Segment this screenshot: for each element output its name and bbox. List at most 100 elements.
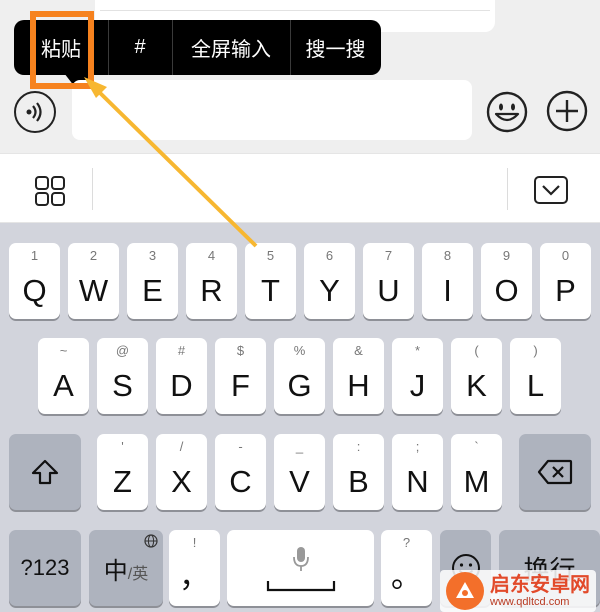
key-sub: _ <box>295 439 304 454</box>
key-sub: $ <box>236 343 245 358</box>
menu-item-fullscreen-input[interactable]: 全屏输入 <box>172 20 290 75</box>
key-sub: ~ <box>59 343 68 358</box>
backspace-icon <box>537 459 573 485</box>
key-main: D <box>170 368 193 403</box>
key-main: L <box>526 368 545 403</box>
menu-item-search[interactable]: 搜一搜 <box>290 20 381 75</box>
globe-icon <box>144 534 158 548</box>
voice-button[interactable] <box>14 91 56 133</box>
language-toggle-key[interactable]: 中/英 <box>89 530 163 606</box>
lang-sub-label: /英 <box>127 565 149 583</box>
key-s[interactable]: @ S <box>97 338 148 414</box>
key-main: P <box>555 273 576 308</box>
key-sub: ` <box>474 439 479 454</box>
key-sub: 7 <box>384 248 393 263</box>
bubble-divider <box>100 10 490 11</box>
key-v[interactable]: _ V <box>274 434 325 510</box>
space-icon <box>266 581 335 592</box>
menu-item-hash[interactable]: # <box>108 20 172 75</box>
key-main: S <box>112 368 133 403</box>
key-p[interactable]: 0P <box>540 243 591 319</box>
key-m[interactable]: ` M <box>451 434 502 510</box>
key-main: O <box>494 273 519 308</box>
key-c[interactable]: -C <box>215 434 266 510</box>
message-input[interactable] <box>72 80 472 140</box>
keyboard-collapse-icon[interactable] <box>533 174 569 206</box>
space-key[interactable] <box>227 530 374 606</box>
key-sub: ' <box>121 439 124 454</box>
key-sub: @ <box>115 343 130 358</box>
key-a[interactable]: ~ A <box>38 338 89 414</box>
key-main: Z <box>113 464 132 499</box>
keyboard-toolbar <box>0 153 600 223</box>
shift-key[interactable] <box>9 434 81 510</box>
key-main: G <box>287 368 312 403</box>
watermark: 启东安卓网 www.qdltcd.com <box>440 570 596 612</box>
key-main: E <box>142 273 163 308</box>
key-sub: % <box>293 343 306 358</box>
key-sub: ! <box>192 535 197 550</box>
key-sub: 0 <box>561 248 570 263</box>
key-y[interactable]: 6Y <box>304 243 355 319</box>
key-k[interactable]: (K <box>451 338 502 414</box>
toolbar-divider <box>507 168 508 210</box>
key-z[interactable]: ' Z <box>97 434 148 510</box>
key-g[interactable]: % G <box>274 338 325 414</box>
menu-item-label: 全屏输入 <box>191 39 271 61</box>
watermark-logo-icon <box>446 572 484 610</box>
key-n[interactable]: ; N <box>392 434 443 510</box>
comma-key[interactable]: !， <box>169 530 220 606</box>
key-r[interactable]: 4R <box>186 243 237 319</box>
key-main: Y <box>319 273 340 308</box>
key-main: A <box>53 368 74 403</box>
key-b[interactable]: :B <box>333 434 384 510</box>
key-main: F <box>231 368 250 403</box>
key-main: U <box>377 273 400 308</box>
key-j[interactable]: * J <box>392 338 443 414</box>
key-main: K <box>466 368 487 403</box>
key-sub: 3 <box>148 248 157 263</box>
key-l[interactable]: ) L <box>510 338 561 414</box>
plus-icon[interactable] <box>545 89 589 133</box>
shift-icon <box>31 459 59 485</box>
key-main: ?123 <box>20 555 70 580</box>
key-main: C <box>229 464 252 499</box>
key-main: B <box>348 464 369 499</box>
key-main: H <box>347 368 370 403</box>
key-w[interactable]: 2W <box>68 243 119 319</box>
key-sub: # <box>177 343 186 358</box>
key-h[interactable]: & H <box>333 338 384 414</box>
key-i[interactable]: 8I <box>422 243 473 319</box>
key-main: M <box>463 464 490 499</box>
key-sub: 4 <box>207 248 216 263</box>
key-sub: / <box>179 439 184 454</box>
key-main: X <box>171 464 192 499</box>
watermark-title: 启东安卓网 <box>490 574 590 596</box>
key-sub: 5 <box>266 248 275 263</box>
key-sub: * <box>414 343 421 358</box>
key-f[interactable]: $ F <box>215 338 266 414</box>
delete-key[interactable] <box>519 434 591 510</box>
period-key[interactable]: ?。 <box>381 530 432 606</box>
emoji-icon[interactable] <box>486 91 528 133</box>
key-o[interactable]: 9O <box>481 243 532 319</box>
key-sub: ; <box>415 439 420 454</box>
key-x[interactable]: / X <box>156 434 207 510</box>
voice-icon <box>26 102 42 122</box>
key-main: 。 <box>391 559 422 594</box>
key-sub: 2 <box>89 248 98 263</box>
key-q[interactable]: 1Q <box>9 243 60 319</box>
key-main: R <box>200 273 223 308</box>
key-sub: ? <box>402 535 411 550</box>
key-t[interactable]: 5T <box>245 243 296 319</box>
key-d[interactable]: # D <box>156 338 207 414</box>
key-sub: ) <box>533 343 538 358</box>
key-e[interactable]: 3E <box>127 243 178 319</box>
highlight-box <box>30 11 94 89</box>
grid-icon[interactable] <box>30 174 70 208</box>
key-sub: ( <box>474 343 479 358</box>
key-u[interactable]: 7U <box>363 243 414 319</box>
key-main: Q <box>22 273 47 308</box>
microphone-icon <box>292 547 309 571</box>
numbers-key[interactable]: ?123 <box>9 530 81 606</box>
